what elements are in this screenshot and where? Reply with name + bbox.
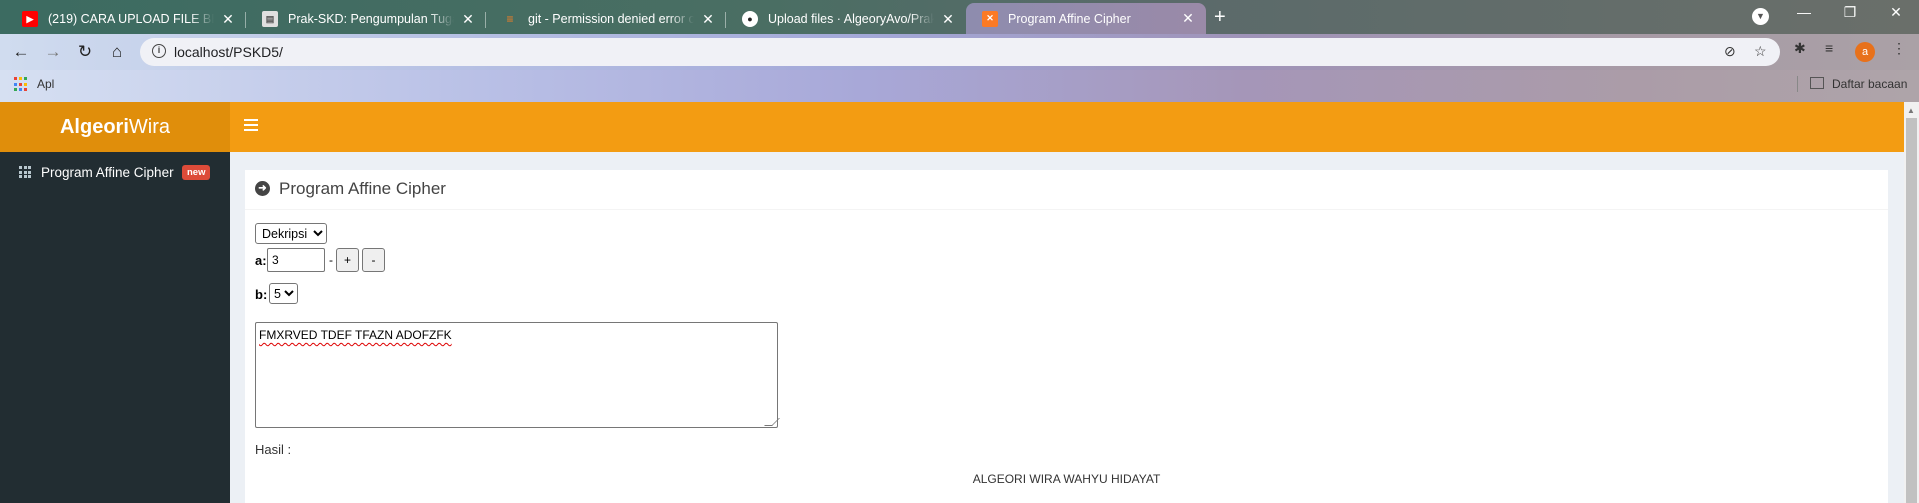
increment-button[interactable]: + bbox=[336, 248, 359, 272]
close-tab-icon[interactable]: ✕ bbox=[940, 11, 956, 28]
sidebar-item-affine-cipher[interactable]: Program Affine Cipher new bbox=[0, 161, 230, 185]
document-icon: ▤ bbox=[262, 11, 278, 27]
tab-youtube[interactable]: ▶ (219) CARA UPLOAD FILE BERUKURAN BESAR… bbox=[6, 4, 246, 34]
result-value: ALGEORI WIRA WAHYU HIDAYAT bbox=[972, 472, 1161, 486]
site-info-icon[interactable]: i bbox=[152, 44, 166, 58]
content-box: ➜ Program Affine Cipher Dekripsi a: - + … bbox=[245, 167, 1888, 503]
tab-title: Upload files · AlgeoryAvo/PrakSKD bbox=[768, 12, 934, 26]
app-logo[interactable]: AlgeoriWira bbox=[0, 102, 230, 152]
tab-title: Program Affine Cipher bbox=[1008, 11, 1131, 26]
close-tab-icon[interactable]: ✕ bbox=[220, 11, 236, 28]
menu-kebab-icon[interactable]: ⋮ bbox=[1892, 40, 1906, 57]
tab-title: (219) CARA UPLOAD FILE BERUKURAN BESAR bbox=[48, 12, 214, 26]
github-icon: ● bbox=[742, 11, 758, 27]
a-input[interactable] bbox=[267, 248, 325, 272]
tab-prak-skd[interactable]: ▤ Prak-SKD: Pengumpulan Tugas Tugas ✕ bbox=[246, 4, 486, 34]
stackoverflow-icon: ≡ bbox=[506, 12, 514, 26]
reading-list-icon[interactable] bbox=[1810, 77, 1824, 89]
mode-select[interactable]: Dekripsi bbox=[255, 223, 327, 244]
cipher-text: FMXRVED TDEF TFAZN ADOFZFK bbox=[259, 328, 452, 342]
arrow-circle-right-icon: ➜ bbox=[255, 181, 270, 196]
tab-github[interactable]: ● Upload files · AlgeoryAvo/PrakSKD ✕ bbox=[726, 4, 966, 34]
grid-icon bbox=[19, 166, 31, 178]
close-tab-icon[interactable]: ✕ bbox=[460, 11, 476, 28]
home-icon[interactable]: ⌂ bbox=[105, 42, 129, 62]
sidebar-toggle-icon[interactable] bbox=[244, 119, 258, 131]
tab-search-icon[interactable]: ▼ bbox=[1752, 8, 1769, 25]
youtube-icon: ▶ bbox=[22, 11, 38, 27]
b-label: b: bbox=[255, 287, 268, 302]
result-label: Hasil : bbox=[255, 442, 292, 457]
bookmark-star-icon[interactable]: ☆ bbox=[1754, 43, 1767, 60]
url-text[interactable]: localhost/PSKD5/ bbox=[174, 44, 283, 60]
tracking-blocked-icon[interactable]: ⊘ bbox=[1724, 43, 1736, 60]
apps-grid-icon[interactable] bbox=[14, 77, 29, 92]
extensions-icon[interactable]: ✱ bbox=[1794, 40, 1806, 57]
close-tab-icon[interactable]: ✕ bbox=[1180, 10, 1196, 27]
box-header: ➜ Program Affine Cipher bbox=[245, 170, 1888, 210]
media-control-icon[interactable]: ≡ bbox=[1825, 40, 1833, 56]
close-tab-icon[interactable]: ✕ bbox=[700, 11, 716, 28]
restore-icon[interactable]: ❐ bbox=[1830, 4, 1870, 21]
sidebar: Program Affine Cipher new bbox=[0, 152, 230, 503]
apps-bookmark[interactable]: Apl bbox=[37, 77, 54, 91]
profile-avatar[interactable]: a bbox=[1855, 42, 1875, 62]
a-label: a: bbox=[255, 253, 267, 268]
a-separator: - bbox=[329, 253, 333, 267]
page-title: Program Affine Cipher bbox=[279, 179, 446, 198]
new-tab-icon[interactable]: + bbox=[1214, 6, 1226, 29]
scroll-up-icon[interactable]: ▲ bbox=[1907, 106, 1915, 115]
tab-affine-cipher[interactable]: ✕ Program Affine Cipher ✕ bbox=[966, 3, 1206, 34]
scrollbar-thumb[interactable] bbox=[1906, 118, 1917, 503]
back-icon[interactable]: ← bbox=[9, 42, 33, 62]
bookmarks-bar bbox=[0, 70, 1919, 102]
forward-icon[interactable]: → bbox=[41, 42, 65, 62]
logo-light-text: Wira bbox=[128, 116, 170, 138]
tab-title: git - Permission denied error on Github bbox=[528, 12, 694, 26]
tab-title: Prak-SKD: Pengumpulan Tugas Tugas bbox=[288, 12, 454, 26]
reload-icon[interactable]: ↻ bbox=[73, 42, 97, 62]
decrement-button[interactable]: - bbox=[362, 248, 385, 272]
bookmarks-divider bbox=[1797, 76, 1798, 92]
logo-bold-text: Algeori bbox=[59, 116, 129, 138]
new-badge: new bbox=[182, 165, 211, 180]
tab-stackoverflow[interactable]: ≡ git - Permission denied error on Githu… bbox=[486, 4, 726, 34]
xampp-icon: ✕ bbox=[982, 10, 998, 27]
page-content: AlgeoriWira Program Affine Cipher new ▲ … bbox=[0, 102, 1919, 503]
window-close-icon[interactable]: ✕ bbox=[1876, 4, 1916, 21]
tab-strip: ▶ (219) CARA UPLOAD FILE BERUKURAN BESAR… bbox=[0, 0, 1919, 34]
address-bar[interactable]: i localhost/PSKD5/ ⊘ ☆ bbox=[140, 38, 1780, 66]
reading-list-button[interactable]: Daftar bacaan bbox=[1832, 77, 1907, 91]
sidebar-item-label: Program Affine Cipher bbox=[41, 165, 174, 180]
minimize-icon[interactable]: — bbox=[1784, 4, 1824, 20]
main-header: AlgeoriWira bbox=[0, 102, 1904, 152]
b-select[interactable]: 5 bbox=[269, 283, 298, 304]
